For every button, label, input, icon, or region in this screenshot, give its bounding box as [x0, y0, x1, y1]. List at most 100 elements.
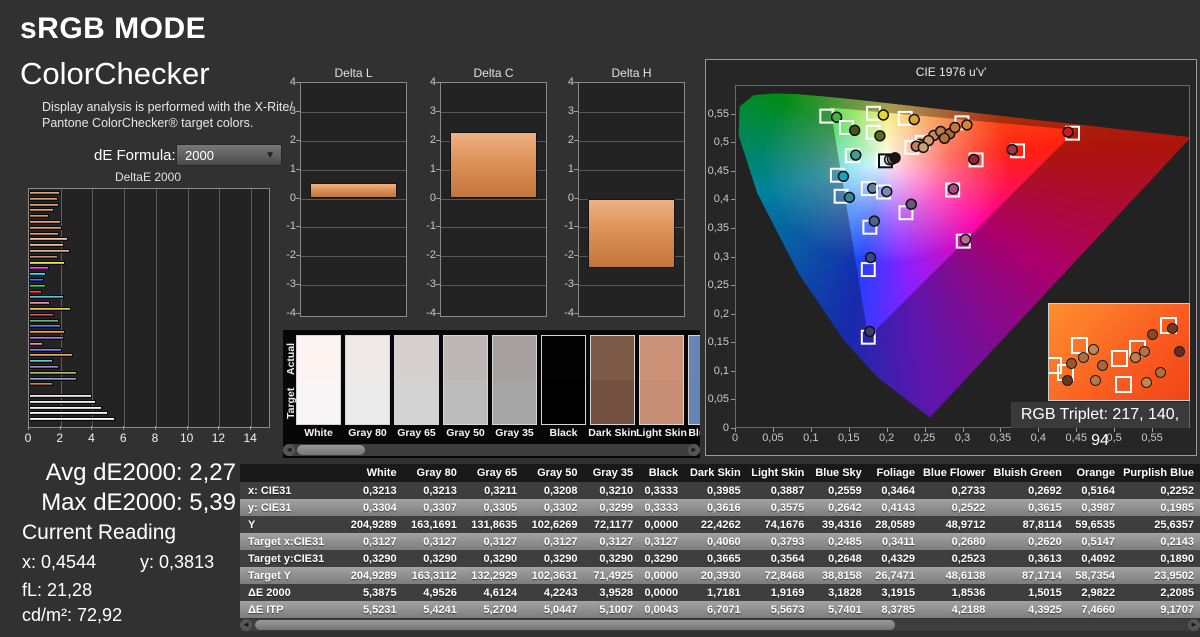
de-formula-dropdown[interactable]: 2000 ▼: [176, 144, 282, 166]
deltae-x-tick-label: 4: [78, 431, 104, 445]
cie-y-tick-label: 0,1: [695, 365, 729, 377]
swatch-scroll-right-button[interactable]: ►: [688, 444, 700, 456]
inset-measured-point: [1174, 346, 1185, 357]
table-cell: 7,4660: [1068, 601, 1121, 618]
table-cell: 0,3613: [991, 550, 1067, 567]
table-cell: 0,2143: [1121, 533, 1200, 550]
table-cell: 39,4316: [810, 516, 867, 533]
delta-l-chart-title: Delta L: [300, 66, 407, 80]
table-cell: 5,7401: [810, 601, 867, 618]
deltae-x-tick-label: 6: [110, 431, 136, 445]
table-cell: 0,3290: [583, 550, 639, 567]
table-cell: 87,1714: [991, 567, 1067, 584]
delta-c-y-tick-label: -4: [418, 307, 436, 319]
cie-measured-point: [1007, 145, 1017, 155]
table-cell: 48,6138: [921, 567, 991, 584]
inset-target-square: [1048, 357, 1062, 374]
delta-l-y-tick-label: 3: [278, 105, 296, 117]
cie-y-tick: [731, 371, 735, 372]
table-row: Target x:CIE310,31270,31270,31270,31270,…: [240, 533, 1200, 550]
deltae-bar: [29, 342, 43, 346]
table-cell: 132,2929: [463, 567, 523, 584]
table-cell: 0,2642: [810, 499, 867, 516]
table-cell: 0,3213: [342, 482, 402, 499]
deltae-gridline: [188, 189, 189, 427]
table-column-header: Blue Sky: [810, 464, 867, 482]
table-column-header: Gray 65: [463, 464, 523, 482]
swatch-label: Gray 35: [488, 427, 541, 439]
table-cell: 72,8468: [747, 567, 811, 584]
cie-y-tick: [731, 114, 735, 115]
cie-y-tick: [731, 285, 735, 286]
deltae-bar: [29, 411, 108, 415]
table-cell: 0,3985: [684, 482, 747, 499]
deltae-chart-title: DeltaE 2000: [28, 170, 268, 184]
table-cell: 0,2648: [810, 550, 867, 567]
table-column-header: [240, 464, 342, 482]
table-cell: 0,0000: [639, 584, 684, 601]
table-cell: 4,3925: [991, 601, 1067, 618]
deltae-bar: [29, 417, 115, 421]
inset-measured-point: [1139, 346, 1150, 357]
y-tick: [296, 198, 300, 199]
max-de-label: Max dE2000:: [41, 489, 182, 516]
y-tick: [436, 169, 440, 170]
inset-measured-point: [1147, 329, 1158, 340]
table-cell: 0,3290: [639, 550, 684, 567]
table-column-header: Bluish Green: [991, 464, 1067, 482]
swatch-target: [395, 380, 438, 424]
swatch-scroll-left-button[interactable]: ◄: [283, 444, 295, 456]
cie-x-tick-label: 0,05: [755, 432, 791, 444]
cie-y-tick: [731, 142, 735, 143]
table-cell: 20,3930: [684, 567, 747, 584]
gridline: [301, 112, 406, 113]
table-cell: 5,5231: [342, 601, 402, 618]
cie-y-tick-label: 0,15: [695, 336, 729, 348]
swatch-label: Gray 80: [341, 427, 394, 439]
gridline: [441, 285, 546, 286]
table-cell: 0,3575: [747, 499, 811, 516]
table-cell: 0,3305: [463, 499, 523, 516]
measurement-table: WhiteGray 80Gray 65Gray 50Gray 35BlackDa…: [240, 464, 1200, 618]
table-cell: 1,9169: [747, 584, 811, 601]
table-cell: 0,3411: [868, 533, 921, 550]
table-cell: 0,5164: [1068, 482, 1121, 499]
inset-target-square: [1071, 337, 1088, 354]
y-tick: [574, 198, 578, 199]
cie-x-tick: [773, 428, 774, 432]
table-cell: 0,3793: [747, 533, 811, 550]
gridline: [579, 285, 684, 286]
table-cell: 22,4262: [684, 516, 747, 533]
cie-y-tick-label: 0,4: [695, 193, 729, 205]
delta-l-bar: [310, 183, 396, 199]
table-scroll-left-button[interactable]: ◄: [240, 619, 252, 631]
deltae-bar: [29, 307, 71, 311]
cie-measured-point: [939, 133, 949, 143]
cie-x-tick: [849, 428, 850, 432]
y-tick: [296, 226, 300, 227]
table-cell: 5,5673: [747, 601, 811, 618]
deltae-chart-plot: [28, 188, 270, 428]
deltae-bar: [29, 232, 59, 236]
delta-c-y-tick-label: 2: [418, 134, 436, 146]
deltae-bar: [29, 220, 61, 224]
avg-de-value: 2,27: [189, 459, 236, 486]
de-formula-value: 2000: [185, 148, 214, 163]
table-scrollbar[interactable]: ◄ ►: [240, 619, 1200, 631]
deltae-bar: [29, 348, 62, 352]
deltae-bar: [29, 295, 64, 299]
gridline: [301, 141, 406, 142]
table-cell: 0,3564: [747, 550, 811, 567]
cd-label: cd/m²:: [22, 605, 72, 625]
table-cell: 0,3302: [523, 499, 583, 516]
table-row-label: x: CIE31: [240, 482, 342, 499]
table-scrollbar-thumb[interactable]: [255, 620, 895, 630]
swatch-scrollbar[interactable]: ◄ ►: [283, 444, 700, 456]
table-scroll-right-button[interactable]: ►: [1188, 619, 1200, 631]
swatch-scrollbar-thumb[interactable]: [297, 445, 365, 455]
delta-c-y-tick-label: 1: [418, 163, 436, 175]
swatch-label: Gray 65: [390, 427, 443, 439]
cie-measured-point: [865, 327, 875, 337]
cie-y-tick-label: 0,3: [695, 251, 729, 263]
delta-h-y-tick-label: 0: [556, 192, 574, 204]
